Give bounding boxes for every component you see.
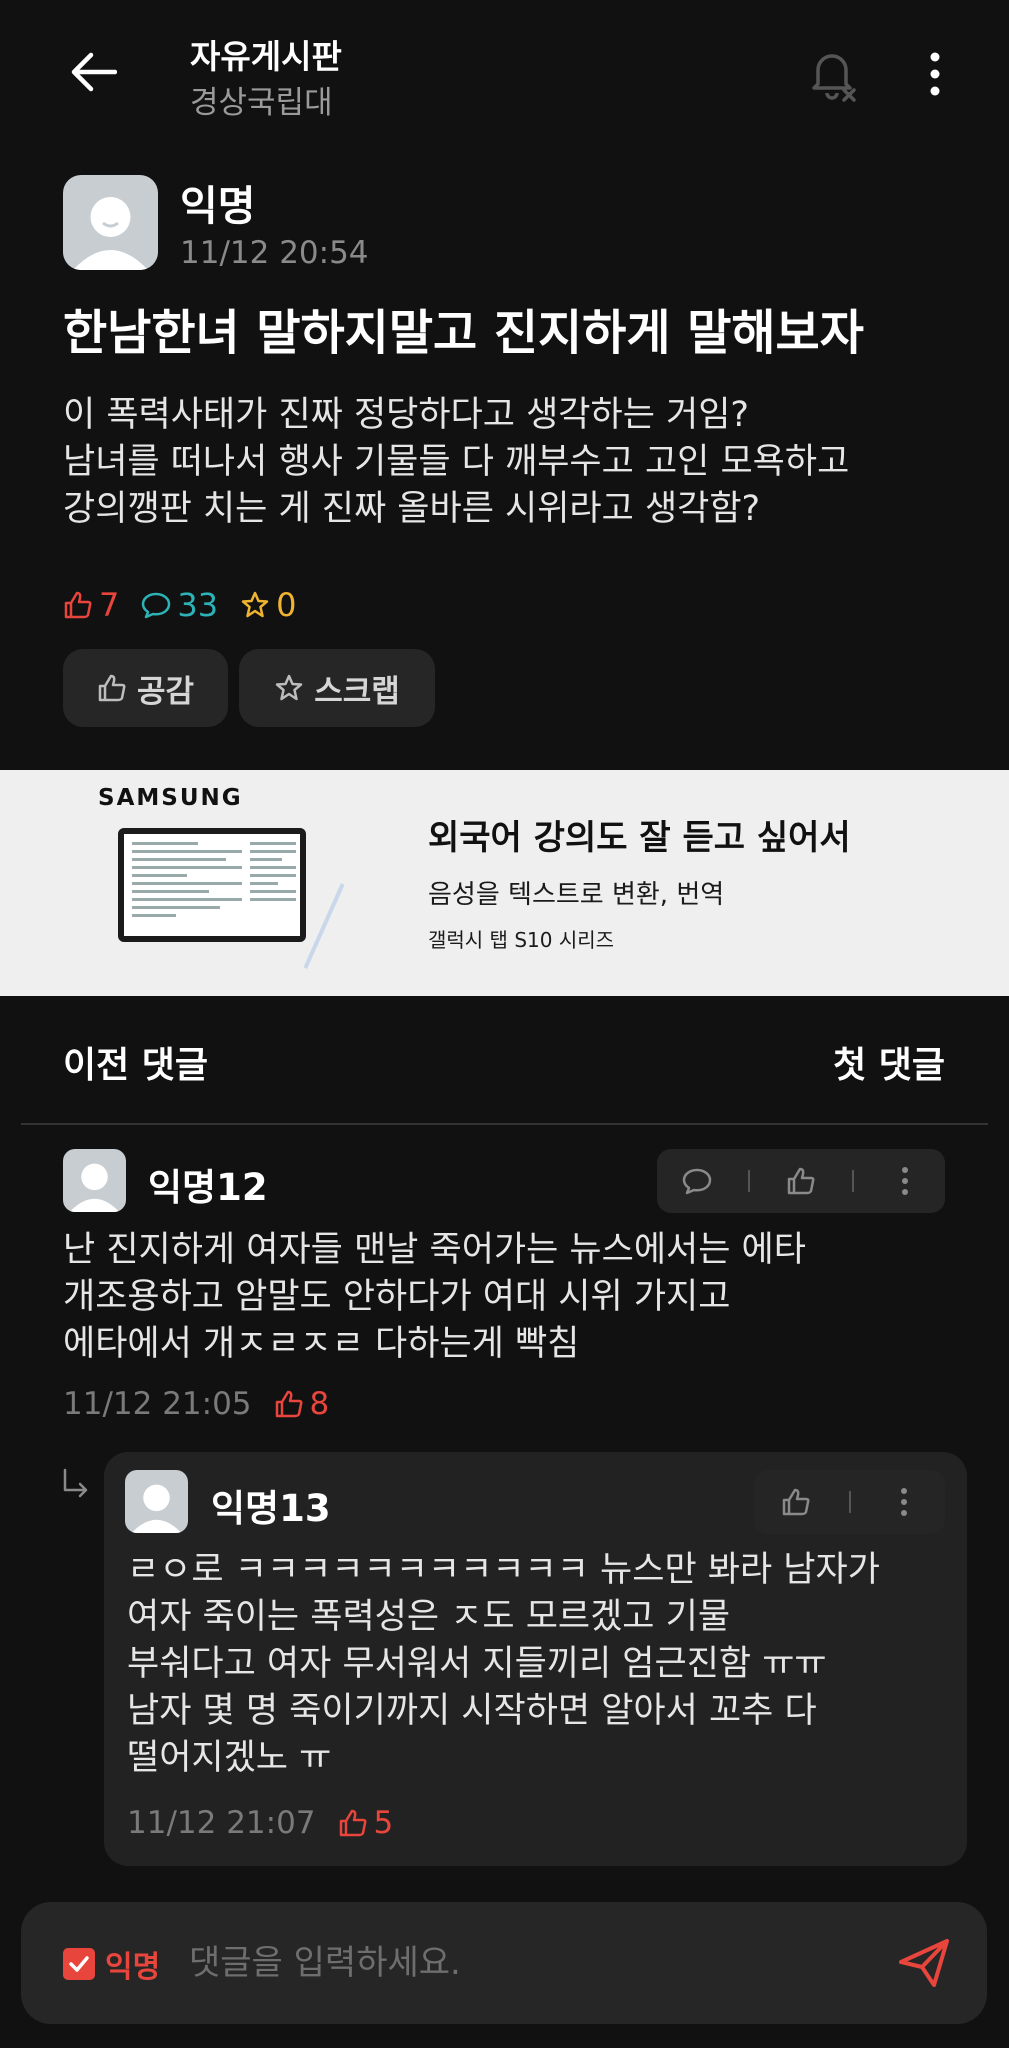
post-body-line: 이 폭력사태가 진짜 정당하다고 생각하는 거임? (63, 395, 750, 435)
reply-arrow-icon (62, 1468, 90, 1502)
send-button[interactable] (893, 1932, 955, 1994)
default-avatar-icon (69, 1163, 120, 1212)
previous-comments-link[interactable]: 이전 댓글 (63, 1036, 208, 1088)
scrap-count-value: 0 (276, 586, 297, 624)
comment-line: ㄹㅇ로 ㅋㅋㅋㅋㅋㅋㅋㅋㅋㅋㅋ 뉴스만 봐라 남자가 (127, 1550, 880, 1590)
comment-bubble-icon (683, 1168, 712, 1195)
comment-like-value: 5 (373, 1805, 394, 1841)
comment-like-count: 8 (274, 1386, 330, 1422)
thumbs-up-icon (339, 1809, 367, 1837)
avatar (63, 1149, 126, 1212)
ad-brand-logo: SAMSUNG (98, 785, 243, 811)
comment-line: 부숴다고 여자 무서워서 지들끼리 엄근진함 ㅠㅠ (127, 1644, 827, 1684)
star-icon (241, 591, 269, 618)
top-bar: 자유게시판 경상국립대 (0, 0, 1009, 150)
post-stats: 7 33 0 (63, 585, 318, 625)
ad-pen-image (303, 883, 345, 969)
comment-toolbar (754, 1470, 945, 1534)
default-avatar-icon (73, 197, 148, 270)
more-vertical-icon (930, 52, 940, 96)
comment-timestamp: 11/12 21:05 (63, 1386, 252, 1422)
advertisement-banner[interactable]: SAMSUNG 외국어 강의도 잘 듣고 싶어서 음성을 텍스트로 변환, 번역… (0, 770, 1009, 996)
anonymous-label[interactable]: 익명 (105, 1942, 160, 1986)
more-vertical-icon (901, 1167, 908, 1195)
bell-off-icon (812, 54, 856, 102)
comment-like-value: 8 (309, 1386, 330, 1422)
like-button[interactable]: 공감 (63, 649, 228, 727)
comment-meta: 11/12 21:07 5 (127, 1805, 393, 1841)
comment-bubble-icon (142, 592, 171, 619)
like-button-label: 공감 (136, 673, 195, 710)
more-vertical-icon (900, 1488, 907, 1516)
reply-button[interactable] (667, 1151, 727, 1211)
comment-input[interactable] (189, 1932, 889, 1994)
comment-toolbar (657, 1149, 945, 1213)
divider (21, 1123, 988, 1125)
comment-body: ㄹㅇ로 ㅋㅋㅋㅋㅋㅋㅋㅋㅋㅋㅋ 뉴스만 봐라 남자가 여자 죽이는 폭력성은 ㅈ… (127, 1547, 880, 1782)
comment-line: 개조용하고 암말도 안하다가 여대 시위 가지고 (63, 1277, 731, 1317)
scrap-button-label: 스크랩 (314, 673, 400, 710)
thumbs-up-icon (787, 1167, 815, 1195)
comment-input-bar: 익명 (21, 1902, 987, 2024)
scrap-button[interactable]: 스크랩 (239, 649, 435, 727)
comment-count: 33 (141, 586, 218, 624)
like-count: 7 (63, 586, 119, 624)
post-timestamp: 11/12 20:54 (180, 235, 369, 271)
post-body-line: 남녀를 떠나서 행사 기물들 다 깨부수고 고인 모욕하고 (63, 442, 850, 482)
back-arrow-icon (71, 52, 117, 92)
post-body: 이 폭력사태가 진짜 정당하다고 생각하는 거임? 남녀를 떠나서 행사 기물들… (63, 392, 963, 533)
comment-line: 남자 몇 명 죽이기까지 시작하면 알아서 꼬추 다 (127, 1691, 817, 1731)
comment-line: 난 진지하게 여자들 맨날 죽어가는 뉴스에서는 에타 (63, 1230, 806, 1270)
toolbar-separator (848, 1491, 851, 1513)
first-comment-link[interactable]: 첫 댓글 (833, 1036, 945, 1088)
thumbs-up-icon (782, 1488, 809, 1516)
ad-subheadline: 음성을 텍스트로 변환, 번역 (428, 880, 725, 910)
anonymous-checkbox[interactable] (63, 1948, 95, 1980)
post-author: 익명 (180, 182, 256, 230)
ad-product-name: 갤럭시 탭 S10 시리즈 (428, 928, 615, 952)
comment-body: 난 진지하게 여자들 맨날 죽어가는 뉴스에서는 에타 개조용하고 암말도 안하… (63, 1227, 806, 1368)
comment-timestamp: 11/12 21:07 (127, 1805, 316, 1841)
comment-like-button[interactable] (771, 1151, 831, 1211)
default-avatar-icon (131, 1484, 182, 1533)
comment-author: 익명12 (148, 1166, 268, 1209)
toolbar-separator (748, 1170, 751, 1192)
send-icon (899, 1939, 949, 1987)
avatar (125, 1470, 188, 1533)
back-button[interactable] (64, 42, 124, 102)
toolbar-separator (851, 1170, 854, 1192)
comment-meta: 11/12 21:05 8 (63, 1386, 329, 1422)
ad-tablet-image (118, 828, 306, 942)
board-title: 자유게시판 (190, 37, 342, 76)
comment-author: 익명13 (211, 1487, 331, 1530)
post-body-line: 강의깽판 치는 게 진짜 올바른 시위라고 생각함? (63, 489, 761, 529)
comment-like-count: 5 (338, 1805, 394, 1841)
like-count-value: 7 (99, 586, 120, 624)
comment-more-button[interactable] (874, 1472, 934, 1532)
comment-more-button[interactable] (875, 1151, 935, 1211)
more-options-button[interactable] (905, 42, 965, 106)
ad-headline: 외국어 강의도 잘 듣고 싶어서 (428, 818, 851, 858)
comment-like-button[interactable] (766, 1472, 826, 1532)
comment-line: 에타에서 개ㅈㄹㅈㄹ 다하는게 빡침 (63, 1324, 580, 1364)
comment-line: 떨어지겠노 ㅠ (127, 1738, 332, 1778)
comment-count-value: 33 (177, 586, 219, 624)
thumbs-up-icon (98, 674, 126, 702)
comment-line: 여자 죽이는 폭력성은 ㅈ도 모르겠고 기물 (127, 1597, 731, 1637)
star-icon (275, 674, 303, 701)
board-subtitle: 경상국립대 (190, 85, 333, 121)
post-title: 한남한녀 말하지말고 진지하게 말해보자 (63, 305, 864, 361)
scrap-count: 0 (240, 586, 296, 624)
thumbs-up-icon (64, 591, 92, 619)
checkmark-icon (69, 1956, 89, 1972)
author-avatar (63, 175, 158, 270)
thumbs-up-icon (275, 1390, 303, 1418)
notification-toggle-button[interactable] (800, 42, 864, 106)
